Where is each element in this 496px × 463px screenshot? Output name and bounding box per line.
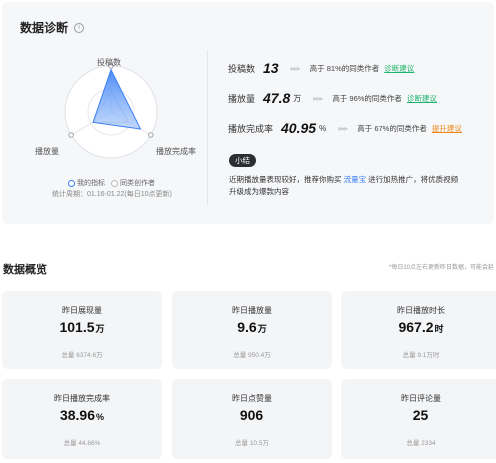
- diagnosis-advice-link[interactable]: 诊断建议: [407, 93, 437, 104]
- overview-card-plays[interactable]: 昨日播放量 9.6万 总量 950.4万: [172, 291, 332, 369]
- overview-note: *每日10点左右更新昨日数据，可能会延: [388, 265, 494, 271]
- overview-card-comments[interactable]: 昨日评论量 25 总量 2334: [341, 379, 496, 459]
- radar-axis-label-plays: 播放量: [35, 147, 59, 156]
- traffic-boost-link[interactable]: 流量宝: [344, 175, 367, 184]
- legend-mine[interactable]: 我的指标: [68, 178, 105, 188]
- metric-row-submissions: 投稿数 13 ▸▸▸ 高于 81%的同类作者 诊断建议: [228, 60, 415, 76]
- metric-row-completion: 播放完成率 40.95 % ▸▸▸ 高于 67%的同类作者 提升建议: [228, 120, 462, 136]
- legend-peer[interactable]: 同类创作者: [111, 178, 155, 188]
- improve-advice-link[interactable]: 提升建议: [432, 123, 462, 134]
- summary-text: 近期播放量表现较好，推荐你购买 流量宝 进行加热推广，将优质视频升级成为爆款内容: [229, 175, 459, 196]
- radar-axis-dot: [68, 132, 74, 138]
- arrow-icon: ▸▸▸: [338, 123, 348, 133]
- arrow-icon: ▸▸▸: [313, 93, 323, 103]
- overview-title: 数据概览: [3, 264, 47, 276]
- radar-axis-label-submissions: 投稿数: [97, 58, 121, 67]
- overview-card-impressions[interactable]: 昨日展现量 101.5万 总量 6374.6万: [2, 291, 162, 369]
- stat-period: 统计周期：01.16-01.22(每日10点更新): [52, 191, 172, 198]
- radar-legend: 我的指标 同类创作者: [68, 178, 155, 188]
- vertical-divider: [207, 50, 208, 205]
- diagnosis-card: 数据诊断 i 投稿数 播放完成率 播放量 我的指标 同类创作者 统计周期：01.…: [2, 2, 494, 224]
- overview-card-completion-rate[interactable]: 昨日播放完成率 38.96% 总量 44.66%: [2, 379, 162, 459]
- radar-axis-label-completion: 播放完成率: [156, 147, 196, 156]
- arrow-icon: ▸▸▸: [290, 63, 301, 73]
- summary-badge: 小结: [229, 154, 256, 167]
- metric-row-plays: 播放量 47.8 万 ▸▸▸ 高于 96%的同类作者 诊断建议: [228, 90, 437, 106]
- diagnosis-advice-link[interactable]: 诊断建议: [384, 63, 414, 74]
- overview-card-likes[interactable]: 昨日点赞量 906 总量 10.5万: [172, 379, 332, 459]
- radar-axis-dot: [148, 132, 154, 138]
- overview-card-watch-time[interactable]: 昨日播放时长 967.2时 总量 9.1万时: [341, 291, 496, 369]
